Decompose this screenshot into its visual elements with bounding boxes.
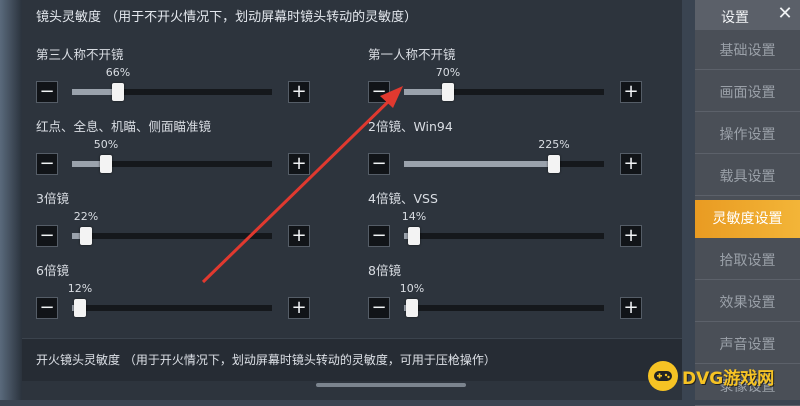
setting-value: 50% xyxy=(93,138,119,151)
slider-track[interactable] xyxy=(404,299,604,317)
sensitivity-setting: 第一人称不开镜 70% − + xyxy=(368,44,668,104)
setting-value: 14% xyxy=(401,210,427,223)
slider-thumb[interactable] xyxy=(408,227,420,245)
slider-thumb[interactable] xyxy=(100,155,112,173)
decrease-button[interactable]: − xyxy=(368,225,390,247)
increase-button[interactable]: + xyxy=(620,153,642,175)
setting-label: 2倍镜、Win94 xyxy=(368,119,453,134)
increase-button[interactable]: + xyxy=(620,297,642,319)
setting-label: 红点、全息、机瞄、侧面瞄准镜 xyxy=(36,119,212,134)
setting-value: 70% xyxy=(435,66,461,79)
slider-track[interactable] xyxy=(404,227,604,245)
slider-thumb[interactable] xyxy=(112,83,124,101)
slider-thumb[interactable] xyxy=(548,155,560,173)
gamepad-icon xyxy=(648,361,678,391)
settings-sidebar: 设置 ✕ 基础设置 画面设置 操作设置 载具设置 灵敏度设置 拾取设置 效果设置 声音设置 录像… xyxy=(695,0,800,406)
setting-label: 6倍镜 xyxy=(36,263,69,278)
sidebar-item[interactable]: 拾取设置 xyxy=(695,242,800,280)
increase-button[interactable]: + xyxy=(288,153,310,175)
decrease-button[interactable]: − xyxy=(36,153,58,175)
slider-track[interactable] xyxy=(404,155,604,173)
slider-track[interactable] xyxy=(72,299,272,317)
slider-track[interactable] xyxy=(72,155,272,173)
decrease-button[interactable]: − xyxy=(36,225,58,247)
sensitivity-setting: 3倍镜 22% − + xyxy=(36,188,336,248)
background-edge xyxy=(0,0,22,400)
sensitivity-setting: 4倍镜、VSS 14% − + xyxy=(368,188,668,248)
sidebar-item[interactable]: 基础设置 xyxy=(695,32,800,70)
setting-label: 8倍镜 xyxy=(368,263,401,278)
increase-button[interactable]: + xyxy=(620,225,642,247)
increase-button[interactable]: + xyxy=(288,297,310,319)
section-title: 镜头灵敏度 （用于不开火情况下，划动屏幕时镜头转动的灵敏度） xyxy=(36,10,418,25)
slider-thumb[interactable] xyxy=(74,299,86,317)
decrease-button[interactable]: − xyxy=(36,297,58,319)
slider-track[interactable] xyxy=(72,83,272,101)
sensitivity-setting: 红点、全息、机瞄、侧面瞄准镜 50% − + xyxy=(36,116,336,176)
sidebar-header: 设置 ✕ xyxy=(695,0,800,30)
slider-track[interactable] xyxy=(404,83,604,101)
setting-label: 3倍镜 xyxy=(36,191,69,206)
setting-value: 12% xyxy=(67,282,93,295)
decrease-button[interactable]: − xyxy=(368,81,390,103)
sensitivity-setting: 8倍镜 10% − + xyxy=(368,260,668,320)
fire-sensitivity-title: 开火镜头灵敏度 （用于开火情况下，划动屏幕时镜头转动的灵敏度，可用于压枪操作） xyxy=(36,353,496,367)
scroll-indicator[interactable] xyxy=(316,383,466,387)
sidebar-title: 设置 xyxy=(721,10,749,26)
sidebar-item[interactable]: 效果设置 xyxy=(695,284,800,322)
sidebar-item[interactable]: 灵敏度设置 xyxy=(695,200,800,238)
setting-value: 225% xyxy=(538,138,570,151)
setting-label: 第一人称不开镜 xyxy=(368,47,456,62)
setting-value: 66% xyxy=(105,66,131,79)
watermark-text: DVG游戏网 xyxy=(682,368,775,389)
setting-label: 第三人称不开镜 xyxy=(36,47,124,62)
decrease-button[interactable]: − xyxy=(368,297,390,319)
sensitivity-setting: 第三人称不开镜 66% − + xyxy=(36,44,336,104)
close-icon[interactable]: ✕ xyxy=(773,2,797,26)
increase-button[interactable]: + xyxy=(288,81,310,103)
setting-label: 4倍镜、VSS xyxy=(368,191,438,206)
slider-thumb[interactable] xyxy=(406,299,418,317)
slider-thumb[interactable] xyxy=(442,83,454,101)
sidebar-item[interactable]: 画面设置 xyxy=(695,74,800,112)
slider-track[interactable] xyxy=(72,227,272,245)
setting-value: 22% xyxy=(73,210,99,223)
setting-value: 10% xyxy=(399,282,425,295)
decrease-button[interactable]: − xyxy=(368,153,390,175)
increase-button[interactable]: + xyxy=(288,225,310,247)
sidebar-item[interactable]: 操作设置 xyxy=(695,116,800,154)
increase-button[interactable]: + xyxy=(620,81,642,103)
slider-thumb[interactable] xyxy=(80,227,92,245)
fire-sensitivity-section[interactable]: 开火镜头灵敏度 （用于开火情况下，划动屏幕时镜头转动的灵敏度，可用于压枪操作） xyxy=(22,338,682,381)
sidebar-item[interactable]: 载具设置 xyxy=(695,158,800,196)
sensitivity-setting: 2倍镜、Win94 225% − + xyxy=(368,116,668,176)
slider-fill xyxy=(404,161,554,167)
sensitivity-panel: 镜头灵敏度 （用于不开火情况下，划动屏幕时镜头转动的灵敏度） 第三人称不开镜 66… xyxy=(22,0,682,400)
sensitivity-setting: 6倍镜 12% − + xyxy=(36,260,336,320)
watermark-logo: DVG游戏网 xyxy=(648,358,798,394)
decrease-button[interactable]: − xyxy=(36,81,58,103)
